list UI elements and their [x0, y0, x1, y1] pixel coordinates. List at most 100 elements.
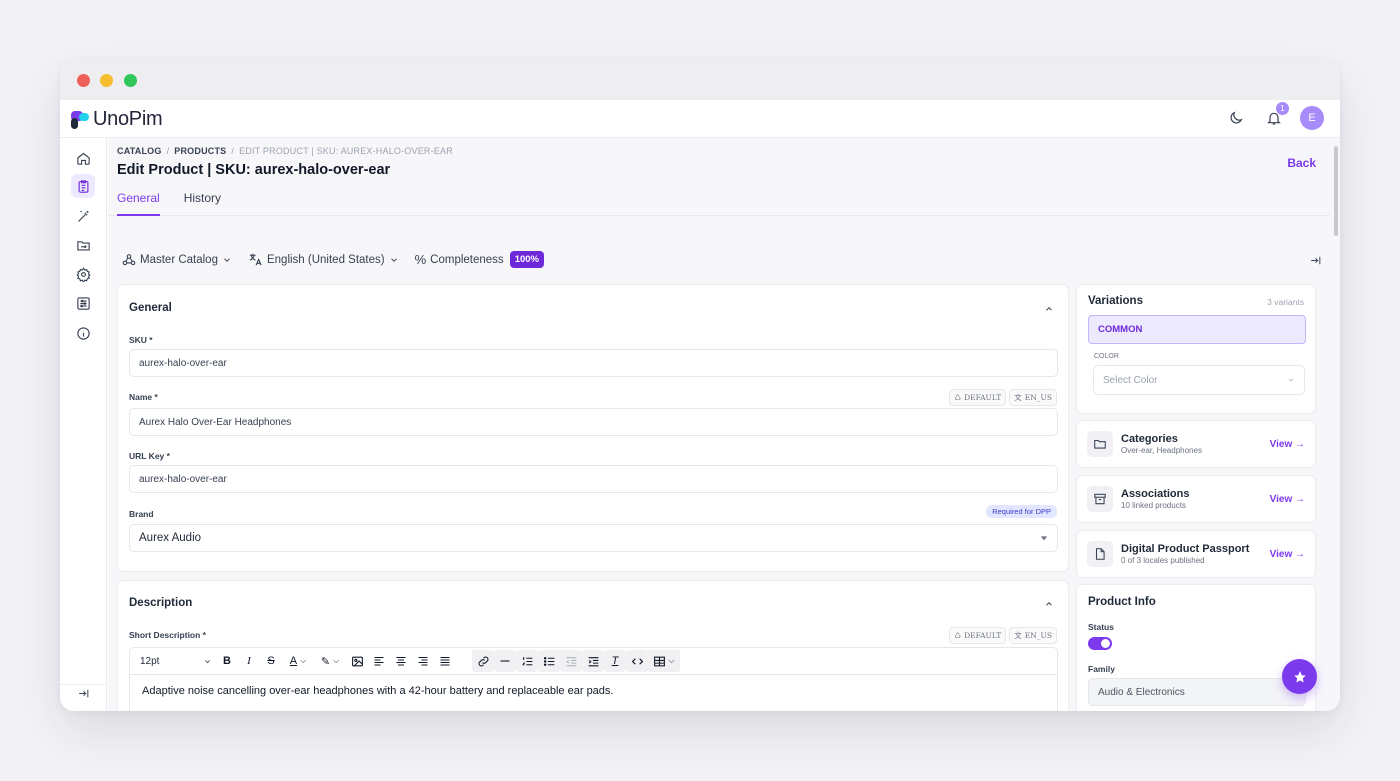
app-window: UnoPim 1 E CATALOG / PRODUCTS / EDIT PRO…	[60, 60, 1340, 711]
translate-icon	[249, 253, 262, 266]
minimize-window-button[interactable]	[100, 74, 113, 87]
user-avatar[interactable]: E	[1300, 106, 1324, 130]
numbered-list-button[interactable]	[516, 650, 538, 672]
completeness-indicator[interactable]: % Completeness 100%	[415, 251, 544, 268]
ai-assistant-button[interactable]	[1282, 659, 1317, 694]
locale-switcher[interactable]: English (United States)	[248, 252, 399, 267]
notifications-button[interactable]: 1	[1262, 102, 1289, 130]
name-input[interactable]: Aurex Halo Over-Ear Headphones	[129, 408, 1058, 436]
color-select[interactable]: Select Color	[1093, 365, 1305, 395]
align-left-icon	[374, 656, 384, 666]
short-description-label: Short Description *	[129, 630, 206, 640]
url-key-label: URL Key *	[129, 451, 170, 461]
sidebar-item-about[interactable]	[71, 321, 95, 345]
brand-select[interactable]: Aurex Audio	[129, 524, 1058, 552]
align-right-button[interactable]	[412, 650, 434, 672]
sidebar-item-dashboard[interactable]	[71, 146, 95, 170]
status-toggle[interactable]	[1088, 637, 1112, 650]
dpp-subtitle: 0 of 3 locales published	[1121, 556, 1205, 565]
strikethrough-button[interactable]: S	[260, 650, 282, 672]
font-size-value: 12pt	[140, 655, 160, 667]
insert-table-button[interactable]: ⌵	[648, 650, 680, 672]
dpp-view-link[interactable]: View →	[1270, 549, 1305, 560]
horizontal-line-icon	[500, 660, 510, 662]
document-icon	[1087, 541, 1113, 567]
highlight-button[interactable]: ✎ ⌵	[314, 650, 346, 672]
text-color-icon: A	[289, 655, 298, 667]
sidebar-item-catalog[interactable]	[71, 174, 95, 198]
variations-card: Variations 3 variants COMMON COLOR Selec…	[1076, 284, 1316, 414]
clear-formatting-button[interactable]: T	[604, 650, 626, 672]
app-name: UnoPim	[93, 108, 163, 130]
dpp-card[interactable]: Digital Product Passport 0 of 3 locales …	[1076, 530, 1316, 578]
window-titlebar	[60, 60, 1340, 100]
folder-icon	[1087, 431, 1113, 457]
sidebar-collapse-button[interactable]	[71, 681, 95, 705]
clipboard-icon	[78, 179, 88, 193]
url-key-input[interactable]: aurex-halo-over-ear	[129, 465, 1058, 493]
color-label: COLOR	[1094, 353, 1119, 360]
indent-button[interactable]	[582, 650, 604, 672]
description-section-toggle[interactable]	[1044, 596, 1054, 614]
outdent-button[interactable]	[560, 650, 582, 672]
common-variation-tab[interactable]: COMMON	[1088, 315, 1306, 344]
collapse-arrow-icon	[1311, 256, 1321, 265]
bold-button[interactable]: B	[216, 650, 238, 672]
sidebar-item-data-transfer[interactable]	[71, 233, 95, 257]
tab-bar: General History	[117, 191, 221, 216]
align-center-button[interactable]	[390, 650, 412, 672]
page-scrollbar[interactable]	[1334, 146, 1338, 236]
app-logo[interactable]: UnoPim	[70, 108, 163, 131]
categories-card[interactable]: Categories Over-ear, Headphones View →	[1076, 420, 1316, 468]
associations-title: Associations	[1121, 488, 1190, 500]
dark-mode-toggle[interactable]	[1224, 106, 1248, 130]
sidebar-item-magic[interactable]	[71, 204, 95, 228]
associations-card[interactable]: Associations 10 linked products View →	[1076, 475, 1316, 523]
breadcrumb-catalog[interactable]: CATALOG	[117, 146, 162, 156]
collapse-arrow-icon	[78, 689, 88, 697]
font-size-select[interactable]: 12pt	[130, 650, 216, 672]
text-color-button[interactable]: A ⌵	[282, 650, 314, 672]
back-button[interactable]: Back	[1287, 156, 1316, 170]
italic-button[interactable]: I	[238, 650, 260, 672]
caret-down-icon	[1040, 536, 1048, 541]
source-code-button[interactable]	[626, 650, 648, 672]
table-icon	[654, 656, 666, 666]
link-icon	[478, 656, 488, 666]
associations-view-link[interactable]: View →	[1270, 494, 1305, 505]
percent-icon: %	[414, 252, 427, 267]
justify-button[interactable]	[434, 650, 456, 672]
insert-image-button[interactable]	[346, 650, 368, 672]
sidebar	[60, 138, 107, 711]
sidebar-item-settings[interactable]	[71, 262, 95, 286]
page-header: CATALOG / PRODUCTS / EDIT PRODUCT | SKU:…	[108, 138, 1330, 216]
insert-link-button[interactable]	[472, 650, 494, 672]
color-placeholder: Select Color	[1103, 374, 1158, 386]
family-label: Family	[1088, 664, 1115, 674]
horizontal-rule-button[interactable]	[494, 650, 516, 672]
align-left-button[interactable]	[368, 650, 390, 672]
translate-icon: 文	[1014, 631, 1022, 640]
sku-input[interactable]: aurex-halo-over-ear	[129, 349, 1058, 377]
chevron-down-icon	[204, 659, 211, 663]
general-section-toggle[interactable]	[1044, 301, 1054, 319]
sidebar-item-configuration[interactable]	[71, 291, 95, 315]
locale-label: English (United States)	[266, 253, 385, 266]
tab-general[interactable]: General	[117, 191, 160, 216]
collapse-panel-button[interactable]	[1309, 254, 1322, 272]
tab-history[interactable]: History	[184, 191, 221, 216]
breadcrumb-separator: /	[166, 146, 170, 156]
categories-view-link[interactable]: View →	[1270, 439, 1305, 450]
moon-icon	[1230, 111, 1243, 124]
family-field: Audio & Electronics	[1088, 678, 1306, 706]
short-description-editor[interactable]: Adaptive noise cancelling over-ear headp…	[129, 675, 1058, 711]
channel-switcher[interactable]: Master Catalog	[122, 253, 232, 267]
translate-icon: 文	[1014, 393, 1022, 402]
maximize-window-button[interactable]	[124, 74, 137, 87]
close-window-button[interactable]	[77, 74, 90, 87]
breadcrumb-products[interactable]: PRODUCTS	[174, 146, 226, 156]
archive-icon	[1087, 486, 1113, 512]
brand-value: Aurex Audio	[139, 532, 202, 544]
chip-label: DEFAULT	[964, 393, 1002, 402]
bulleted-list-button[interactable]	[538, 650, 560, 672]
